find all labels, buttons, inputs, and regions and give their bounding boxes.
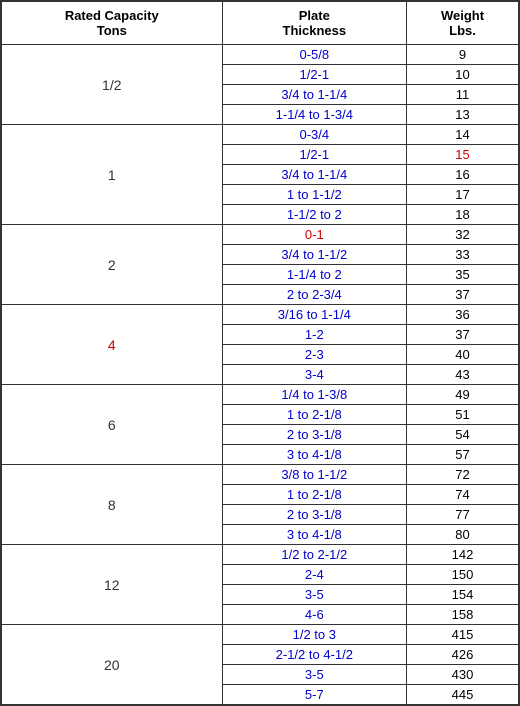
capacity-cell: 1/2 (1, 45, 222, 125)
weight-cell: 430 (407, 665, 519, 685)
weight-cell: 142 (407, 545, 519, 565)
plate-cell: 0-3/4 (222, 125, 407, 145)
plate-cell: 1-1/4 to 1-3/4 (222, 105, 407, 125)
plate-cell: 1 to 2-1/8 (222, 405, 407, 425)
weight-cell: 10 (407, 65, 519, 85)
weight-cell: 15 (407, 145, 519, 165)
plate-cell: 1/2 to 3 (222, 625, 407, 645)
plate-cell: 1/4 to 1-3/8 (222, 385, 407, 405)
weight-cell: 49 (407, 385, 519, 405)
weight-cell: 51 (407, 405, 519, 425)
weight-cell: 154 (407, 585, 519, 605)
plate-cell: 3 to 4-1/8 (222, 525, 407, 545)
weight-cell: 33 (407, 245, 519, 265)
plate-cell: 2-1/2 to 4-1/2 (222, 645, 407, 665)
plate-cell: 2 to 3-1/8 (222, 425, 407, 445)
plate-cell: 3-4 (222, 365, 407, 385)
weight-cell: 36 (407, 305, 519, 325)
weight-cell: 426 (407, 645, 519, 665)
weight-cell: 35 (407, 265, 519, 285)
plate-cell: 1/2 to 2-1/2 (222, 545, 407, 565)
plate-cell: 1-1/4 to 2 (222, 265, 407, 285)
weight-cell: 80 (407, 525, 519, 545)
plate-cell: 0-1 (222, 225, 407, 245)
plate-cell: 1-1/2 to 2 (222, 205, 407, 225)
weight-cell: 43 (407, 365, 519, 385)
main-table-wrapper: Rated CapacityTons PlateThickness Weight… (0, 0, 520, 706)
plate-cell: 3/4 to 1-1/4 (222, 85, 407, 105)
plate-cell: 3-5 (222, 665, 407, 685)
weight-cell: 445 (407, 685, 519, 706)
weight-cell: 16 (407, 165, 519, 185)
weight-cell: 9 (407, 45, 519, 65)
capacity-cell: 2 (1, 225, 222, 305)
header-capacity: Rated CapacityTons (1, 1, 222, 45)
weight-cell: 72 (407, 465, 519, 485)
weight-cell: 32 (407, 225, 519, 245)
plate-cell: 1/2-1 (222, 65, 407, 85)
weight-cell: 17 (407, 185, 519, 205)
weight-cell: 158 (407, 605, 519, 625)
plate-cell: 3-5 (222, 585, 407, 605)
weight-cell: 150 (407, 565, 519, 585)
capacity-table: Rated CapacityTons PlateThickness Weight… (0, 0, 520, 706)
weight-cell: 37 (407, 285, 519, 305)
plate-cell: 3/4 to 1-1/4 (222, 165, 407, 185)
plate-cell: 3/16 to 1-1/4 (222, 305, 407, 325)
header-weight: WeightLbs. (407, 1, 519, 45)
plate-cell: 1/2-1 (222, 145, 407, 165)
plate-cell: 0-5/8 (222, 45, 407, 65)
plate-cell: 4-6 (222, 605, 407, 625)
plate-cell: 1 to 1-1/2 (222, 185, 407, 205)
capacity-cell: 20 (1, 625, 222, 706)
capacity-cell: 12 (1, 545, 222, 625)
plate-cell: 5-7 (222, 685, 407, 706)
plate-cell: 2-3 (222, 345, 407, 365)
weight-cell: 11 (407, 85, 519, 105)
capacity-cell: 4 (1, 305, 222, 385)
plate-cell: 3/8 to 1-1/2 (222, 465, 407, 485)
capacity-cell: 8 (1, 465, 222, 545)
weight-cell: 40 (407, 345, 519, 365)
plate-cell: 2 to 2-3/4 (222, 285, 407, 305)
plate-cell: 2-4 (222, 565, 407, 585)
plate-cell: 3 to 4-1/8 (222, 445, 407, 465)
weight-cell: 77 (407, 505, 519, 525)
plate-cell: 3/4 to 1-1/2 (222, 245, 407, 265)
weight-cell: 54 (407, 425, 519, 445)
weight-cell: 37 (407, 325, 519, 345)
weight-cell: 415 (407, 625, 519, 645)
capacity-cell: 6 (1, 385, 222, 465)
plate-cell: 1-2 (222, 325, 407, 345)
plate-cell: 2 to 3-1/8 (222, 505, 407, 525)
header-plate: PlateThickness (222, 1, 407, 45)
capacity-cell: 1 (1, 125, 222, 225)
weight-cell: 74 (407, 485, 519, 505)
weight-cell: 14 (407, 125, 519, 145)
weight-cell: 18 (407, 205, 519, 225)
weight-cell: 57 (407, 445, 519, 465)
plate-cell: 1 to 2-1/8 (222, 485, 407, 505)
weight-cell: 13 (407, 105, 519, 125)
